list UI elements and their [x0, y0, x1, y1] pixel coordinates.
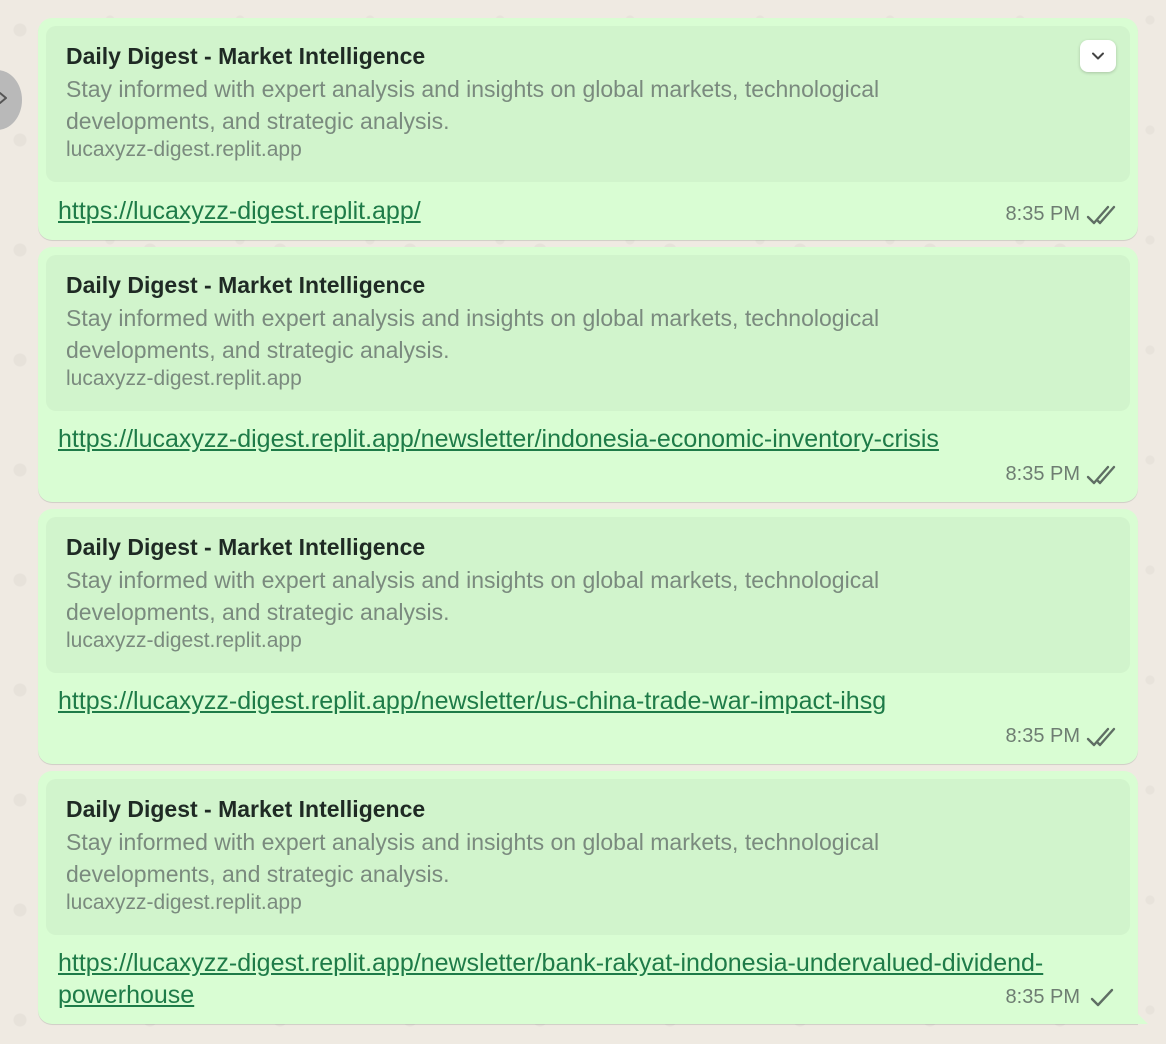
message-time: 8:35 PM	[1005, 203, 1080, 225]
preview-description: Stay informed with expert analysis and i…	[66, 305, 880, 363]
link-preview-card[interactable]: Daily Digest - Market Intelligence Stay …	[46, 517, 1130, 673]
preview-description: Stay informed with expert analysis and i…	[66, 76, 880, 134]
link-preview-card[interactable]: Daily Digest - Market Intelligence Stay …	[46, 779, 1130, 935]
preview-domain: lucaxyzz-digest.replit.app	[66, 629, 302, 652]
message-meta: 8:35 PM	[1006, 463, 1118, 486]
message-bubble[interactable]: Daily Digest - Market Intelligence Stay …	[38, 509, 1138, 764]
message-time: 8:35 PM	[1005, 986, 1080, 1008]
message-time: 8:35 PM	[1005, 725, 1080, 747]
preview-description: Stay informed with expert analysis and i…	[66, 829, 880, 887]
message-bubble[interactable]: Daily Digest - Market Intelligence Stay …	[38, 771, 1148, 1024]
message-menu-button[interactable]	[1080, 40, 1116, 72]
preview-title: Daily Digest - Market Intelligence	[66, 43, 426, 69]
chevron-right-icon	[0, 92, 7, 104]
message-meta: 8:35 PM	[1006, 986, 1118, 1009]
link-preview-card[interactable]: Daily Digest - Market Intelligence Stay …	[46, 26, 1130, 182]
message-time: 8:35 PM	[1005, 463, 1080, 485]
preview-description: Stay informed with expert analysis and i…	[66, 567, 880, 625]
message-link[interactable]: https://lucaxyzz-digest.replit.app/newsl…	[58, 685, 1058, 717]
preview-domain: lucaxyzz-digest.replit.app	[66, 891, 302, 914]
preview-domain: lucaxyzz-digest.replit.app	[66, 367, 302, 390]
message-bubble[interactable]: Daily Digest - Market Intelligence Stay …	[38, 18, 1138, 240]
double-check-icon	[1086, 727, 1116, 746]
message-link[interactable]: https://lucaxyzz-digest.replit.app/newsl…	[58, 947, 1058, 1011]
preview-domain: lucaxyzz-digest.replit.app	[66, 138, 302, 161]
preview-title: Daily Digest - Market Intelligence	[66, 272, 426, 298]
message-link[interactable]: https://lucaxyzz-digest.replit.app/newsl…	[58, 423, 1058, 455]
preview-title: Daily Digest - Market Intelligence	[66, 534, 426, 560]
message-meta: 8:35 PM	[1006, 725, 1118, 748]
bubble-tail	[1136, 1012, 1148, 1024]
chevron-down-icon	[1092, 52, 1104, 60]
double-check-icon	[1086, 465, 1116, 484]
message-meta: 8:35 PM	[1006, 203, 1118, 226]
double-check-icon	[1086, 205, 1116, 224]
message-link[interactable]: https://lucaxyzz-digest.replit.app/	[58, 195, 1058, 227]
preview-title: Daily Digest - Market Intelligence	[66, 796, 426, 822]
message-bubble[interactable]: Daily Digest - Market Intelligence Stay …	[38, 247, 1138, 502]
link-preview-card[interactable]: Daily Digest - Market Intelligence Stay …	[46, 255, 1130, 411]
single-check-icon	[1090, 988, 1114, 1006]
